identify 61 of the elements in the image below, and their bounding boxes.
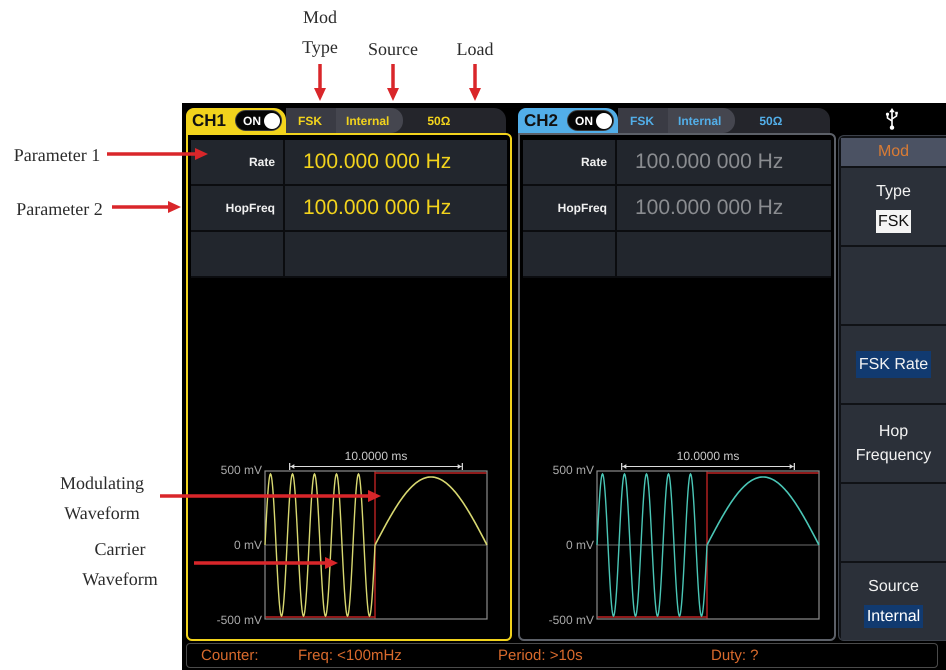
axis-label: 0 mV	[566, 538, 594, 552]
status-reading: Duty: ?	[711, 647, 759, 664]
axis-label: 500 mV	[552, 463, 594, 477]
parameter-row[interactable]: HopFreq 100.000 000 Hz	[191, 186, 507, 232]
status-reading: Period: >10s	[498, 647, 583, 664]
callout-label: Parameter 2	[15, 198, 104, 221]
source-label: Internal	[336, 108, 404, 133]
modulation-type-label: FSK	[618, 108, 668, 133]
callout-arrow	[386, 64, 400, 101]
modulation-type-label: FSK	[286, 108, 336, 133]
callout-label: Load	[456, 38, 494, 61]
parameter-value: 100.000 000 Hz	[303, 150, 452, 174]
channel-tab[interactable]: CH2 ON	[518, 108, 618, 133]
softkey-label: Source	[868, 577, 919, 598]
counter-label: Counter:	[201, 647, 259, 664]
menu-title: Mod	[841, 138, 946, 166]
softkey[interactable]: Source Internal	[841, 563, 946, 640]
channel-name: CH2	[524, 110, 558, 130]
time-span-label: 10.0000 ms	[676, 450, 740, 463]
callout-arrow	[468, 64, 482, 101]
callout-label: Parameter 1	[12, 144, 102, 167]
softkey-value: FSK	[876, 210, 912, 233]
load-label: 50Ω	[426, 112, 450, 130]
parameter-value: 100.000 000 Hz	[303, 196, 452, 220]
status-reading: Freq: <100mHz	[298, 647, 402, 664]
load-label: 50Ω	[758, 112, 782, 130]
axis-label: 500 mV	[220, 463, 262, 477]
channel-tab[interactable]: CH1 ON	[186, 108, 286, 133]
softkey[interactable]: FSK Rate	[841, 326, 946, 403]
time-span-label: 10.0000 ms	[344, 450, 408, 463]
blank-softkey[interactable]	[841, 247, 946, 324]
callout-label: Carrier Waveform	[81, 538, 159, 591]
parameter-name: Rate	[248, 155, 276, 169]
axis-label: -500 mV	[548, 613, 594, 627]
callout-arrow	[112, 200, 181, 214]
callout-label: Source	[367, 38, 419, 61]
axis-label: -500 mV	[216, 613, 262, 627]
axis-label: 0 mV	[234, 538, 262, 552]
parameter-name: HopFreq	[558, 201, 608, 215]
parameter-name: HopFreq	[226, 201, 276, 215]
parameter-row[interactable]: Rate 100.000 000 Hz	[191, 140, 507, 186]
source-label: Internal	[668, 108, 736, 133]
blank-softkey[interactable]	[841, 484, 946, 561]
parameter-row[interactable]: Rate 100.000 000 Hz	[523, 140, 831, 186]
parameter-value: 100.000 000 Hz	[635, 196, 784, 220]
toggle-knob	[264, 112, 280, 128]
parameter-name: Rate	[580, 155, 608, 169]
callout-label: Mod Type	[301, 6, 339, 59]
channel-name: CH1	[192, 110, 226, 130]
callout-arrow	[313, 64, 327, 101]
softkey-value: Internal	[864, 604, 924, 628]
output-toggle[interactable]: ON	[567, 110, 614, 131]
softkey-label: Type	[876, 182, 911, 202]
parameter-row[interactable]: HopFreq 100.000 000 Hz	[523, 186, 831, 232]
parameter-value: 100.000 000 Hz	[635, 150, 784, 174]
toggle-knob	[596, 112, 612, 128]
softkey[interactable]: Hop Frequency	[841, 405, 946, 482]
usb-icon	[885, 108, 899, 130]
softkey[interactable]: Type FSK	[841, 168, 946, 245]
callout-label: Modulating Waveform	[59, 472, 145, 525]
output-toggle[interactable]: ON	[235, 110, 282, 131]
